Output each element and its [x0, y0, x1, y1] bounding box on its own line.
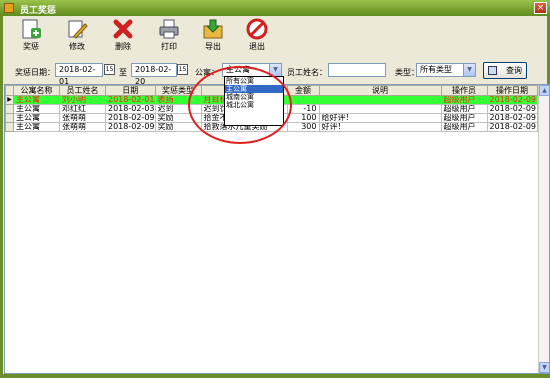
- cell-amount: 300: [286, 122, 320, 132]
- print-button[interactable]: 打印: [151, 18, 187, 58]
- cell-apartment: 主公寓: [13, 122, 60, 132]
- query-label: 查询: [506, 66, 522, 75]
- cell-note: 给好评！: [318, 113, 442, 123]
- cell-apartment: 主公寓: [13, 113, 60, 123]
- cell-date: 2018-02-09: [105, 113, 156, 123]
- cell-employee: 刘小明: [59, 95, 106, 105]
- column-header[interactable]: 操作员: [440, 85, 488, 96]
- column-header[interactable]: 员工姓名: [59, 85, 106, 96]
- employee-label: 员工姓名：: [287, 68, 327, 77]
- date-to-field[interactable]: 2018-02-20: [131, 63, 177, 86]
- cell-note: [318, 95, 442, 105]
- add-reward-label: 奖惩: [23, 42, 39, 51]
- cell-amount: 100: [286, 113, 320, 123]
- cell-note: 好评！: [318, 122, 442, 132]
- export-icon: [203, 19, 223, 39]
- query-button[interactable]: 查询: [483, 62, 527, 79]
- cell-op-date: 2018-02-09: [486, 95, 538, 105]
- calendar-to-icon[interactable]: 15: [177, 64, 188, 75]
- column-header[interactable]: 操作日期: [486, 85, 538, 96]
- toolbar: 奖惩 修改 删除 打印 导出 退出: [3, 16, 547, 58]
- column-header[interactable]: 说明: [318, 85, 442, 96]
- row-indicator-header: [5, 85, 14, 96]
- title-bar: 员工奖惩 ×: [0, 0, 550, 16]
- cell-operator: 超级用户: [440, 95, 488, 105]
- no-entry-icon: [246, 18, 268, 40]
- type-selected-value: 所有类型: [420, 65, 452, 74]
- delete-button[interactable]: 删除: [105, 18, 141, 58]
- cell-apartment: 主公寓: [13, 95, 60, 105]
- export-button[interactable]: 导出: [195, 18, 231, 58]
- print-label: 打印: [161, 42, 177, 51]
- client-area: 奖惩 修改 删除 打印 导出 退出 奖惩日期： 2018-02-01 15 至 …: [3, 16, 550, 374]
- cell-operator: 超级用户: [440, 122, 488, 132]
- window-title: 员工奖惩: [20, 6, 57, 16]
- exit-button[interactable]: 退出: [239, 18, 275, 58]
- row-indicator: [5, 122, 14, 132]
- app-icon: [4, 3, 14, 13]
- add-icon: [22, 19, 41, 39]
- app-window: 员工奖惩 × 奖惩 修改 删除 打印 导出 退出 奖惩日期： 2018-02-0…: [0, 0, 550, 378]
- cell-employee: 邓红红: [59, 104, 106, 114]
- row-indicator: [5, 104, 14, 114]
- export-label: 导出: [205, 42, 221, 51]
- column-header[interactable]: 金额: [286, 85, 320, 96]
- employee-name-field[interactable]: [328, 63, 386, 77]
- chevron-down-icon[interactable]: ▼: [463, 64, 475, 76]
- cell-employee: 张萌萌: [59, 113, 106, 123]
- cell-op-date: 2018-02-09: [486, 122, 538, 132]
- cell-apartment: 主公寓: [13, 104, 60, 114]
- printer-icon: [159, 19, 179, 39]
- scroll-down-icon[interactable]: ▼: [539, 362, 549, 373]
- add-reward-button[interactable]: 奖惩: [13, 18, 49, 58]
- delete-x-icon: [113, 19, 133, 39]
- column-header[interactable]: 公寓名称: [13, 85, 60, 96]
- vertical-scrollbar[interactable]: ▲ ▼: [538, 85, 549, 373]
- close-window-button[interactable]: ×: [534, 2, 547, 14]
- column-header[interactable]: 日期: [105, 85, 156, 96]
- cell-operator: 超级用户: [440, 104, 488, 114]
- calendar-from-icon[interactable]: 15: [104, 64, 115, 75]
- cell-note: [318, 104, 442, 114]
- cell-date: 2018-02-03: [105, 104, 156, 114]
- type-select[interactable]: 所有类型 ▼: [416, 63, 476, 77]
- red-highlight-circle: [188, 66, 292, 144]
- edit-button[interactable]: 修改: [59, 18, 95, 58]
- edit-icon: [68, 20, 88, 39]
- cell-op-date: 2018-02-09: [486, 113, 538, 123]
- to-label: 至: [119, 68, 127, 77]
- current-row-arrow-icon: ▶: [5, 95, 14, 105]
- edit-label: 修改: [69, 42, 85, 51]
- scroll-up-icon[interactable]: ▲: [539, 85, 549, 96]
- cell-date: 2018-02-09: [105, 122, 156, 132]
- cell-operator: 超级用户: [440, 113, 488, 123]
- cell-employee: 张萌萌: [59, 122, 106, 132]
- date-label: 奖惩日期：: [15, 68, 55, 77]
- exit-label: 退出: [249, 42, 265, 51]
- cell-op-date: 2018-02-09: [486, 104, 538, 114]
- date-from-field[interactable]: 2018-02-01: [55, 63, 103, 86]
- query-icon: [488, 66, 497, 75]
- row-indicator: [5, 113, 14, 123]
- cell-date: 2018-02-01: [105, 95, 156, 105]
- delete-label: 删除: [115, 42, 131, 51]
